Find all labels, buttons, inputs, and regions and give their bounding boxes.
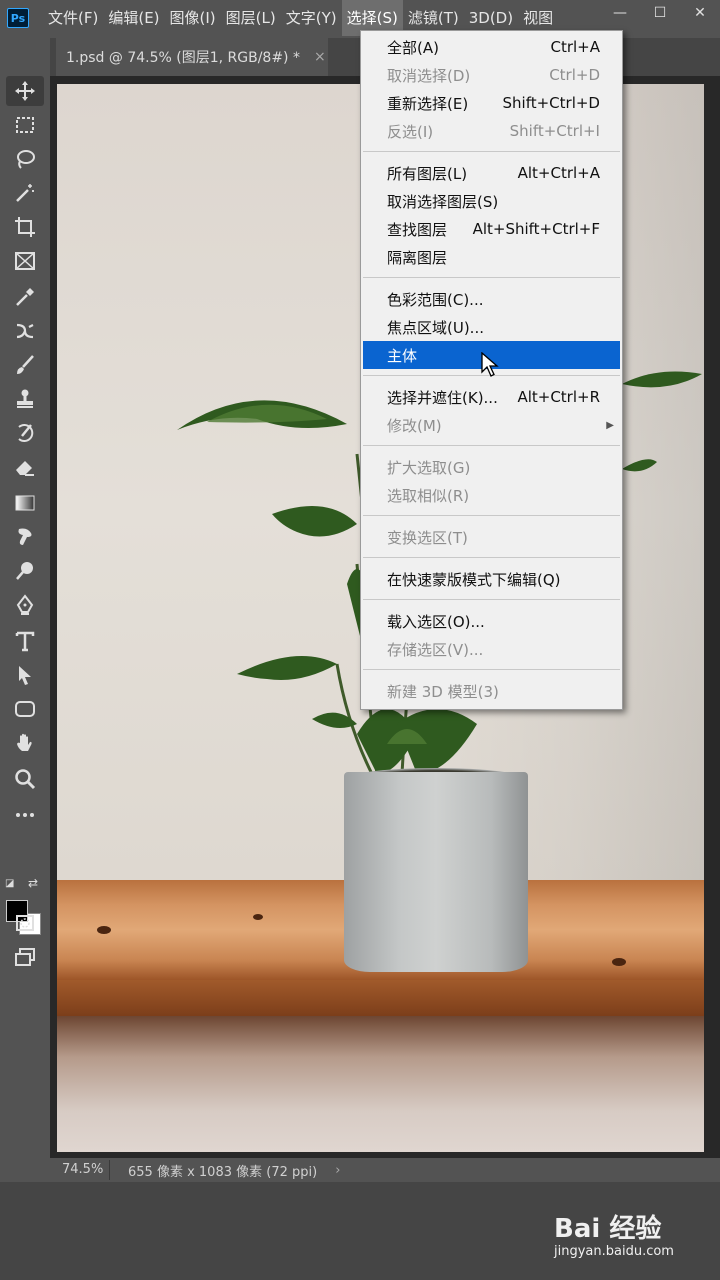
menu-separator [363, 277, 620, 278]
menu-item-transform-selection[interactable]: 变换选区(T) [363, 523, 620, 551]
menu-item-focus-area[interactable]: 焦点区域(U)... [363, 313, 620, 341]
eyedropper-tool-icon[interactable] [6, 282, 44, 312]
shelf-edge [57, 980, 704, 1016]
screen-mode-icon[interactable] [6, 942, 44, 972]
menu-item-find-layers[interactable]: 查找图层 Alt+Shift+Ctrl+F [363, 215, 620, 243]
photoshop-logo-icon[interactable]: Ps [7, 8, 29, 28]
wood-knot [253, 914, 263, 920]
menu-item-select-all[interactable]: 全部(A) Ctrl+A [363, 33, 620, 61]
marquee-tool-icon[interactable] [6, 110, 44, 140]
menu-type[interactable]: 文字(Y) [281, 0, 342, 36]
menu-separator [363, 515, 620, 516]
dodge-tool-icon[interactable] [6, 556, 44, 586]
concrete-pot [344, 772, 528, 972]
move-tool-icon[interactable] [6, 76, 44, 106]
default-colors-icon[interactable]: ◪ [5, 878, 14, 889]
healing-tool-icon[interactable] [6, 316, 44, 346]
document-info: 655 像素 x 1083 像素 (72 ppi) [128, 1164, 318, 1180]
brush-tool-icon[interactable] [6, 350, 44, 380]
document-tab[interactable]: 1.psd @ 74.5% (图层1, RGB/8#) * × [56, 38, 328, 76]
hand-tool-icon[interactable] [6, 728, 44, 758]
close-tab-icon[interactable]: × [314, 49, 326, 65]
menu-item-similar[interactable]: 选取相似(R) [363, 481, 620, 509]
submenu-arrow-icon: ▶ [606, 419, 614, 431]
document-tab-title: 1.psd @ 74.5% (图层1, RGB/8#) * [66, 50, 300, 66]
window-controls: — ☐ ✕ [600, 0, 720, 28]
menu-image[interactable]: 图像(I) [165, 0, 221, 36]
menu-layer[interactable]: 图层(L) [221, 0, 281, 36]
menu-item-deselect[interactable]: 取消选择(D) Ctrl+D [363, 61, 620, 89]
pen-tool-icon[interactable] [6, 590, 44, 620]
menu-separator [363, 669, 620, 670]
smudge-tool-icon[interactable] [6, 522, 44, 552]
mouse-cursor-icon [481, 352, 499, 377]
menu-item-new-3d-extrusion[interactable]: 新建 3D 模型(3) [363, 677, 620, 705]
swap-colors-icon[interactable]: ⇄ [28, 876, 38, 890]
stamp-tool-icon[interactable] [6, 384, 44, 414]
menu-separator [363, 599, 620, 600]
quick-mask-icon[interactable] [6, 908, 44, 938]
menu-item-quick-mask[interactable]: 在快速蒙版模式下编辑(Q) [363, 565, 620, 593]
menu-file[interactable]: 文件(F) [43, 0, 103, 36]
status-bar: 74.5% 655 像素 x 1083 像素 (72 ppi) › [50, 1158, 720, 1182]
minimize-button[interactable]: — [600, 0, 640, 26]
zoom-level[interactable]: 74.5% [50, 1160, 110, 1180]
watermark-logo-text: Bai 经验 [554, 1214, 662, 1244]
gradient-tool-icon[interactable] [6, 488, 44, 518]
zoom-tool-icon[interactable] [6, 764, 44, 794]
shape-tool-icon[interactable] [6, 694, 44, 724]
history-brush-tool-icon[interactable] [6, 418, 44, 448]
close-window-button[interactable]: ✕ [680, 0, 720, 26]
menu-item-color-range[interactable]: 色彩范围(C)... [363, 285, 620, 313]
status-menu-arrow-icon[interactable]: › [335, 1163, 340, 1178]
maximize-button[interactable]: ☐ [640, 0, 680, 26]
tools-panel: ▸▸ [0, 38, 50, 1178]
menu-item-select-and-mask[interactable]: 选择并遮住(K)... Alt+Ctrl+R [363, 383, 620, 411]
type-tool-icon[interactable] [6, 626, 44, 656]
menu-item-reselect[interactable]: 重新选择(E) Shift+Ctrl+D [363, 89, 620, 117]
wood-knot [612, 958, 626, 966]
menu-item-modify[interactable]: 修改(M) ▶ [363, 411, 620, 439]
menu-item-all-layers[interactable]: 所有图层(L) Alt+Ctrl+A [363, 159, 620, 187]
path-select-tool-icon[interactable] [6, 660, 44, 690]
menu-item-isolate-layers[interactable]: 隔离图层 [363, 243, 620, 271]
menu-item-save-selection[interactable]: 存储选区(V)... [363, 635, 620, 663]
menu-item-grow[interactable]: 扩大选取(G) [363, 453, 620, 481]
magic-wand-tool-icon[interactable] [6, 178, 44, 208]
wood-knot [97, 926, 111, 934]
shelf-shadow [57, 1016, 704, 1152]
more-tools-icon[interactable] [6, 800, 44, 830]
lasso-tool-icon[interactable] [6, 144, 44, 174]
menu-item-deselect-layers[interactable]: 取消选择图层(S) [363, 187, 620, 215]
crop-tool-icon[interactable] [6, 212, 44, 242]
frame-tool-icon[interactable] [6, 246, 44, 276]
menu-separator [363, 557, 620, 558]
watermark-url: jingyan.baidu.com [554, 1244, 674, 1259]
menu-separator [363, 151, 620, 152]
baidu-jingyan-watermark: Bai 经验 jingyan.baidu.com [554, 1200, 714, 1270]
menu-separator [363, 445, 620, 446]
menu-item-load-selection[interactable]: 载入选区(O)... [363, 607, 620, 635]
menu-item-inverse[interactable]: 反选(I) Shift+Ctrl+I [363, 117, 620, 145]
menu-edit[interactable]: 编辑(E) [103, 0, 164, 36]
eraser-tool-icon[interactable] [6, 452, 44, 482]
